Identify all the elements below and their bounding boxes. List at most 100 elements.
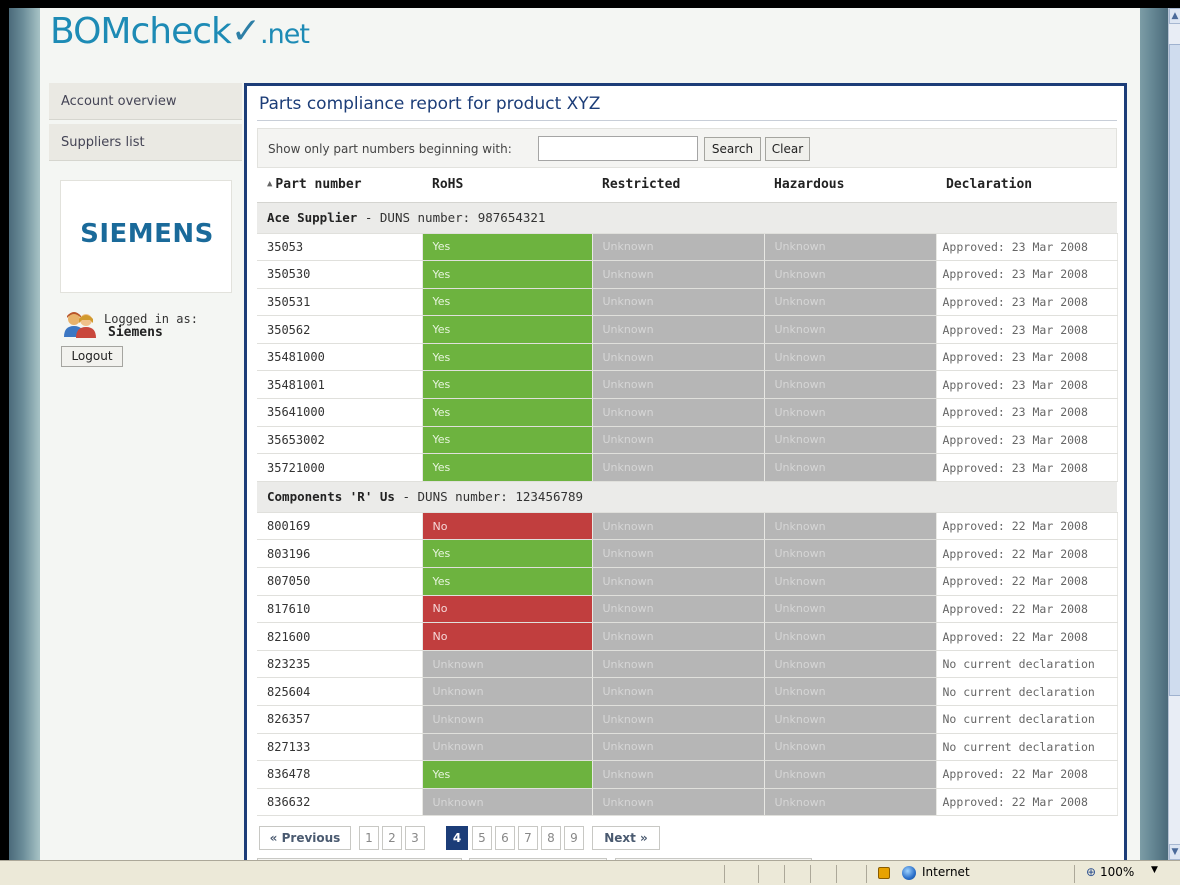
hazardous-status-cell: Unknown (764, 233, 937, 262)
declaration-cell: Approved: 22 Mar 2008 (936, 512, 1118, 541)
search-button[interactable]: Search (704, 137, 761, 161)
table-row[interactable]: 821600 No Unknown Unknown Approved: 22 Mar 2… (257, 622, 1118, 651)
page-5-button[interactable]: 5 (472, 826, 492, 850)
declaration-cell: Approved: 23 Mar 2008 (936, 260, 1118, 289)
table-row[interactable]: 800169 No Unknown Unknown Approved: 22 Mar 2… (257, 512, 1118, 541)
part-number-cell[interactable]: 35481001 (257, 370, 423, 400)
table-row[interactable]: 350530 Yes Unknown Unknown Approved: 23 Mar … (257, 260, 1118, 289)
part-number-cell[interactable]: 807050 (257, 567, 423, 596)
part-number-cell[interactable]: 826357 (257, 705, 423, 734)
status-divider (810, 865, 811, 883)
zoom-level[interactable]: 100% (1100, 865, 1134, 879)
sidebar-item-account-overview[interactable]: Account overview (49, 83, 242, 120)
logout-button[interactable]: Logout (61, 346, 123, 367)
site-logo[interactable]: BOMcheck✓.net (50, 11, 310, 52)
part-number-cell[interactable]: 803196 (257, 539, 423, 569)
page-3-button[interactable]: 3 (405, 826, 425, 850)
declaration-cell: Approved: 23 Mar 2008 (936, 398, 1118, 427)
zoom-dropdown-icon[interactable]: ▼ (1151, 865, 1158, 875)
part-number-cell[interactable]: 350562 (257, 315, 423, 344)
logged-in-user: Siemens (108, 325, 163, 340)
page-7-button[interactable]: 7 (518, 826, 538, 850)
part-number-cell[interactable]: 35653002 (257, 426, 423, 455)
page-4-button[interactable]: 4 (446, 826, 468, 850)
logo-brand: BOMcheck (50, 11, 232, 52)
hazardous-status-cell: Unknown (764, 398, 937, 427)
rohs-status-cell: Yes (422, 233, 593, 262)
table-row[interactable]: 823235 Unknown Unknown Unknown No current de… (257, 650, 1118, 679)
part-prefix-input[interactable] (538, 136, 698, 161)
column-header-hazardous[interactable]: Hazardous (764, 168, 936, 203)
scroll-down-icon[interactable]: ▼ (1169, 844, 1180, 860)
part-number-cell[interactable]: 35481000 (257, 343, 423, 372)
clear-button[interactable]: Clear (765, 137, 810, 161)
part-number-cell[interactable]: 35641000 (257, 398, 423, 427)
table-row[interactable]: 807050 Yes Unknown Unknown Approved: 22 Mar … (257, 567, 1118, 596)
part-number-cell[interactable]: 350530 (257, 260, 423, 289)
part-number-cell[interactable]: 825604 (257, 677, 423, 706)
table-row[interactable]: 827133 Unknown Unknown Unknown No current de… (257, 733, 1118, 762)
table-row[interactable]: 35053 Yes Unknown Unknown Approved: 23 Mar 2… (257, 233, 1118, 262)
rohs-status-cell: Yes (422, 426, 593, 455)
restricted-status-cell: Unknown (592, 343, 765, 372)
part-number-cell[interactable]: 823235 (257, 650, 423, 679)
zoom-icon[interactable]: ⊕ (1086, 865, 1096, 879)
table-row[interactable]: 836632 Unknown Unknown Unknown Approved: 22 … (257, 788, 1118, 817)
rohs-status-cell: Yes (422, 315, 593, 344)
part-number-cell[interactable]: 35053 (257, 233, 423, 262)
restricted-status-cell: Unknown (592, 233, 765, 262)
scroll-up-icon[interactable]: ▲ (1169, 8, 1180, 24)
column-header-label: Part number (275, 177, 362, 193)
page-1-button[interactable]: 1 (359, 826, 379, 850)
page-6-button[interactable]: 6 (495, 826, 515, 850)
table-row[interactable]: 350531 Yes Unknown Unknown Approved: 23 Mar … (257, 288, 1118, 317)
table-row[interactable]: 35721000 Yes Unknown Unknown Approved: 23 Ma… (257, 453, 1118, 482)
sidebar-item-suppliers-list[interactable]: Suppliers list (49, 124, 242, 161)
column-header-restricted[interactable]: Restricted (592, 168, 764, 203)
part-number-cell[interactable]: 35721000 (257, 453, 423, 482)
window-left-edge (0, 8, 9, 860)
part-number-cell[interactable]: 817610 (257, 595, 423, 624)
part-number-cell[interactable]: 800169 (257, 512, 423, 541)
rohs-status-cell: Yes (422, 343, 593, 372)
page-8-button[interactable]: 8 (541, 826, 561, 850)
table-row[interactable]: 35641000 Yes Unknown Unknown Approved: 23 Ma… (257, 398, 1118, 427)
page-9-button[interactable]: 9 (564, 826, 584, 850)
scrollbar-thumb[interactable] (1169, 44, 1180, 696)
restricted-status-cell: Unknown (592, 398, 765, 427)
declaration-cell: Approved: 22 Mar 2008 (936, 539, 1118, 569)
next-page-button[interactable]: Next » (592, 826, 660, 850)
part-number-cell[interactable]: 821600 (257, 622, 423, 651)
table-row[interactable]: 350562 Yes Unknown Unknown Approved: 23 Mar … (257, 315, 1118, 344)
rohs-status-cell: No (422, 595, 593, 624)
supplier-name[interactable]: Ace Supplier (267, 210, 357, 225)
rohs-status-cell: Yes (422, 567, 593, 596)
table-row[interactable]: 825604 Unknown Unknown Unknown No current de… (257, 677, 1118, 706)
rohs-status-cell: Yes (422, 398, 593, 427)
table-row[interactable]: 826357 Unknown Unknown Unknown No current de… (257, 705, 1118, 734)
page-2-button[interactable]: 2 (382, 826, 402, 850)
supplier-name[interactable]: Components 'R' Us (267, 489, 395, 504)
table-row[interactable]: 35481000 Yes Unknown Unknown Approved: 23 Ma… (257, 343, 1118, 372)
hazardous-status-cell: Unknown (764, 567, 937, 596)
status-divider (836, 865, 837, 883)
column-header-part-number[interactable]: ▲ Part number (257, 168, 422, 203)
security-lock-icon[interactable] (878, 867, 890, 879)
table-row[interactable]: 803196 Yes Unknown Unknown Approved: 22 Mar … (257, 539, 1118, 569)
table-row[interactable]: 35481001 Yes Unknown Unknown Approved: 23 Ma… (257, 370, 1118, 400)
column-header-rohs[interactable]: RoHS (422, 168, 592, 203)
hazardous-status-cell: Unknown (764, 343, 937, 372)
declaration-cell: No current declaration (936, 677, 1118, 706)
previous-page-button[interactable]: « Previous (259, 826, 351, 850)
hazardous-status-cell: Unknown (764, 677, 937, 706)
table-row[interactable]: 817610 No Unknown Unknown Approved: 22 Mar 2… (257, 595, 1118, 624)
vertical-scrollbar[interactable]: ▲ ▼ (1168, 8, 1180, 860)
restricted-status-cell: Unknown (592, 370, 765, 400)
part-number-cell[interactable]: 827133 (257, 733, 423, 762)
table-row[interactable]: 35653002 Yes Unknown Unknown Approved: 23 Ma… (257, 426, 1118, 455)
part-number-cell[interactable]: 350531 (257, 288, 423, 317)
column-header-declaration[interactable]: Declaration (936, 168, 1117, 203)
table-row[interactable]: 836478 Yes Unknown Unknown Approved: 22 Mar … (257, 760, 1118, 789)
part-number-cell[interactable]: 836632 (257, 788, 423, 817)
part-number-cell[interactable]: 836478 (257, 760, 423, 789)
